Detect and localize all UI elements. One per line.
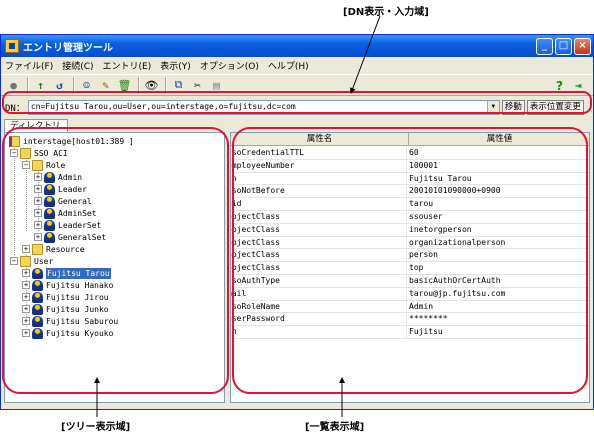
- callout-lines: [94, 15, 381, 417]
- dn-callout-line: [349, 15, 381, 94]
